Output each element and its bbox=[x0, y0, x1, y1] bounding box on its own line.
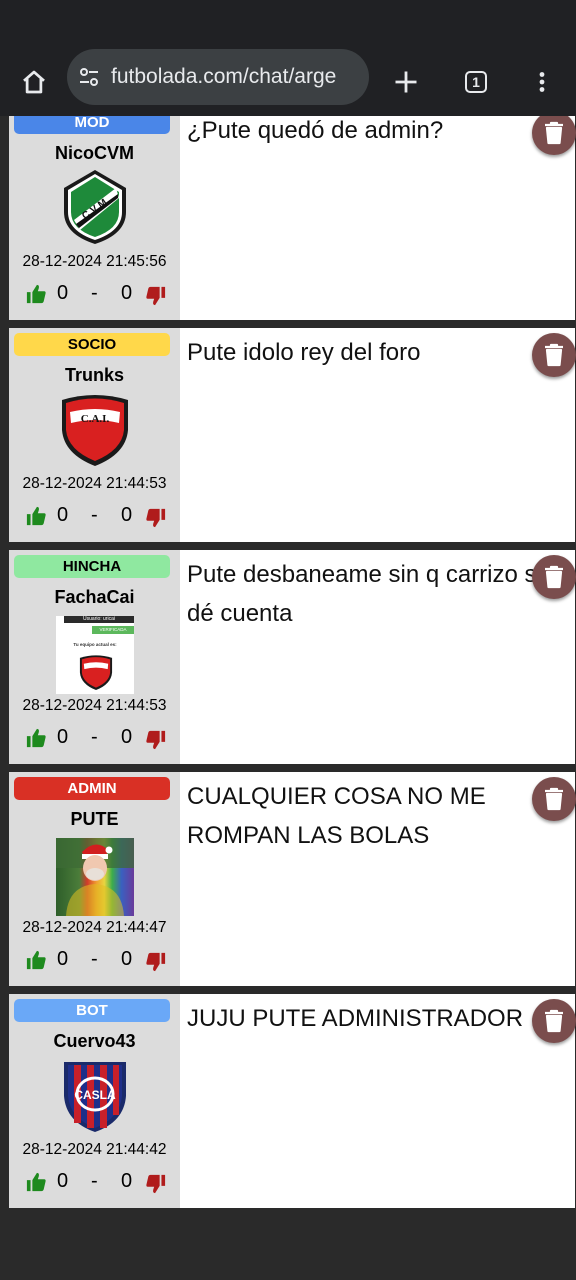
home-button[interactable] bbox=[14, 62, 54, 102]
like-count: 0 bbox=[57, 1170, 69, 1192]
message-date: 28-12-2024 21:44:47 bbox=[22, 919, 167, 936]
thumbs-up-icon[interactable] bbox=[25, 506, 47, 526]
vote-separator: - bbox=[91, 504, 98, 526]
thumbs-down-icon[interactable] bbox=[145, 1174, 167, 1194]
username[interactable]: Trunks bbox=[9, 365, 180, 386]
tab-switcher-button[interactable]: 1 bbox=[454, 60, 498, 104]
site-settings-icon[interactable] bbox=[77, 65, 101, 89]
vote-separator: - bbox=[91, 726, 98, 748]
trash-icon bbox=[545, 121, 563, 145]
more-vert-icon bbox=[539, 72, 545, 92]
like-count: 0 bbox=[57, 282, 69, 304]
message-text: Pute idolo rey del foro bbox=[187, 339, 421, 366]
thumbs-down-icon[interactable] bbox=[145, 286, 167, 306]
thumbs-down-icon[interactable] bbox=[145, 730, 167, 750]
user-photo bbox=[56, 838, 134, 916]
dislike-count: 0 bbox=[121, 282, 133, 304]
thumbs-up-icon[interactable] bbox=[25, 284, 47, 304]
chat-message: SOCIO Trunks C.A.I. 28-12-2024 21:44:53 … bbox=[9, 328, 576, 542]
new-tab-button[interactable] bbox=[384, 60, 428, 104]
role-badge: SOCIO bbox=[14, 333, 170, 356]
user-panel: ADMIN PUTE 28-12-2024 21:44:47 0 - 0 bbox=[9, 772, 180, 986]
chat-message: BOT Cuervo43 CASLA 28-12-2024 21:44:42 0 bbox=[9, 994, 576, 1208]
role-badge: BOT bbox=[14, 999, 170, 1022]
trash-icon bbox=[545, 565, 563, 589]
delete-button[interactable] bbox=[532, 777, 576, 821]
cvm-crest-icon: C V M bbox=[64, 170, 126, 244]
chat-message: HINCHA FachaCai Usuario: uricai VERIFICA… bbox=[9, 550, 576, 764]
vote-bar: 0 - 0 bbox=[25, 282, 175, 308]
role-badge: HINCHA bbox=[14, 555, 170, 578]
vote-bar: 0 - 0 bbox=[25, 504, 175, 530]
message-date: 28-12-2024 21:44:42 bbox=[22, 1141, 167, 1158]
delete-button[interactable] bbox=[532, 999, 576, 1043]
username[interactable]: FachaCai bbox=[9, 587, 180, 608]
user-panel: MOD NicoCVM C V M 28-12-2024 21:45:56 0 … bbox=[9, 116, 180, 320]
avatar-icon bbox=[56, 838, 134, 916]
message-text: ¿Pute quedó de admin? bbox=[187, 117, 444, 144]
delete-button[interactable] bbox=[532, 116, 576, 155]
thumbs-down-icon[interactable] bbox=[145, 508, 167, 528]
vote-bar: 0 - 0 bbox=[25, 1170, 175, 1196]
username[interactable]: PUTE bbox=[9, 809, 180, 830]
tab-count: 1 bbox=[465, 71, 487, 93]
vote-separator: - bbox=[91, 948, 98, 970]
svg-text:CASLA: CASLA bbox=[74, 1088, 116, 1102]
user-panel: HINCHA FachaCai Usuario: uricai VERIFICA… bbox=[9, 550, 180, 764]
message-text: CUALQUIER COSA NO ME ROMPAN LAS BOLAS bbox=[187, 783, 486, 849]
username[interactable]: Cuervo43 bbox=[9, 1031, 180, 1052]
user-panel: SOCIO Trunks C.A.I. 28-12-2024 21:44:53 … bbox=[9, 328, 180, 542]
status-bar bbox=[0, 0, 576, 48]
svg-text:C.A.I.: C.A.I. bbox=[81, 413, 110, 425]
thumbs-up-icon[interactable] bbox=[25, 1172, 47, 1192]
trash-icon bbox=[545, 1009, 563, 1033]
thumbs-down-icon[interactable] bbox=[145, 952, 167, 972]
cai-crest-icon bbox=[79, 655, 113, 691]
message-date: 28-12-2024 21:45:56 bbox=[22, 253, 167, 270]
chat-viewport: MOD NicoCVM C V M 28-12-2024 21:45:56 0 … bbox=[0, 116, 576, 1280]
address-bar[interactable]: futbolada.com/chat/arge bbox=[67, 49, 369, 105]
trash-icon bbox=[545, 343, 563, 367]
role-badge: MOD bbox=[14, 116, 170, 134]
thumbs-up-icon[interactable] bbox=[25, 728, 47, 748]
dislike-count: 0 bbox=[121, 948, 133, 970]
home-icon bbox=[23, 70, 45, 94]
vote-separator: - bbox=[91, 282, 98, 304]
chat-message: MOD NicoCVM C V M 28-12-2024 21:45:56 0 … bbox=[9, 116, 576, 320]
username[interactable]: NicoCVM bbox=[9, 143, 180, 164]
screenshot-team-line: Tu equipo actual es: bbox=[73, 642, 117, 647]
profile-screenshot: Usuario: uricai VERIFICADA Tu equipo act… bbox=[56, 616, 134, 694]
message-date: 28-12-2024 21:44:53 bbox=[22, 475, 167, 492]
menu-button[interactable] bbox=[520, 60, 564, 104]
user-panel: BOT Cuervo43 CASLA 28-12-2024 21:44:42 0 bbox=[9, 994, 180, 1208]
dislike-count: 0 bbox=[121, 1170, 133, 1192]
delete-button[interactable] bbox=[532, 555, 576, 599]
cai-crest-icon: C.A.I. bbox=[62, 395, 128, 466]
like-count: 0 bbox=[57, 726, 69, 748]
message-text: Pute desbaneame sin q carrizo se dé cuen… bbox=[187, 561, 550, 627]
dislike-count: 0 bbox=[121, 726, 133, 748]
message-date: 28-12-2024 21:44:53 bbox=[22, 697, 167, 714]
like-count: 0 bbox=[57, 948, 69, 970]
casla-crest-icon: CASLA bbox=[64, 1062, 126, 1132]
vote-bar: 0 - 0 bbox=[25, 726, 175, 752]
message-text: JUJU PUTE ADMINISTRADOR bbox=[187, 1005, 524, 1032]
vote-separator: - bbox=[91, 1170, 98, 1192]
screenshot-user-line: Usuario: uricai bbox=[64, 616, 134, 623]
url-text[interactable]: futbolada.com/chat/arge bbox=[111, 65, 336, 89]
trash-icon bbox=[545, 787, 563, 811]
plus-icon bbox=[395, 71, 417, 93]
like-count: 0 bbox=[57, 504, 69, 526]
chat-message: ADMIN PUTE 28-12-2024 21:44:47 0 - 0 CUA… bbox=[9, 772, 576, 986]
role-badge: ADMIN bbox=[14, 777, 170, 800]
browser-toolbar: futbolada.com/chat/arge 1 bbox=[0, 48, 576, 116]
thumbs-up-icon[interactable] bbox=[25, 950, 47, 970]
delete-button[interactable] bbox=[532, 333, 576, 377]
vote-bar: 0 - 0 bbox=[25, 948, 175, 974]
dislike-count: 0 bbox=[121, 504, 133, 526]
screenshot-verified: VERIFICADA bbox=[92, 626, 134, 634]
